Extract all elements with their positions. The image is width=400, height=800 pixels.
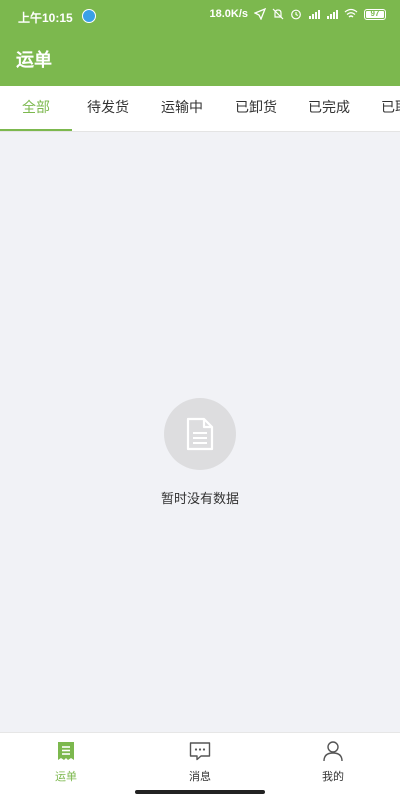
tab-label: 已卸货 <box>235 100 277 116</box>
tab-label: 已取消 <box>381 100 400 116</box>
tab-pending-shipment[interactable]: 待发货 <box>72 86 144 131</box>
profile-icon <box>323 741 343 762</box>
tab-label: 已完成 <box>308 100 350 116</box>
status-time: 上午10:15 <box>18 11 73 25</box>
nav-label: 运单 <box>55 770 77 783</box>
status-bar: 上午10:15 18.0K/s 97 <box>0 0 400 32</box>
tab-label: 全部 <box>22 100 50 116</box>
hd-signal-icon <box>309 10 320 19</box>
tab-bar: 全部 待发货 运输中 已卸货 已完成 已取消 <box>0 86 400 132</box>
document-icon <box>186 417 214 451</box>
check-badge-icon <box>82 9 96 23</box>
tab-in-transit[interactable]: 运输中 <box>146 86 218 131</box>
nav-label: 我的 <box>322 770 344 783</box>
empty-state-text: 暂时没有数据 <box>160 492 239 507</box>
nav-item-profile[interactable]: 我的 <box>293 739 373 789</box>
empty-state: 暂时没有数据 <box>0 398 400 507</box>
nav-label: 消息 <box>189 770 211 783</box>
nav-item-messages[interactable]: 消息 <box>160 739 240 789</box>
app-screen: 上午10:15 18.0K/s 97 运单 全部 待发货 运输中 已卸货 已完成… <box>0 0 400 800</box>
signal-icon <box>327 10 338 19</box>
wifi-icon <box>344 8 358 18</box>
location-arrow-icon <box>254 8 266 20</box>
alarm-icon <box>291 9 301 20</box>
header: 上午10:15 18.0K/s 97 运单 <box>0 0 400 86</box>
message-icon <box>189 742 211 761</box>
tab-indicator <box>0 129 72 131</box>
tab-all[interactable]: 全部 <box>0 86 72 131</box>
tab-cancelled[interactable]: 已取消 <box>366 86 400 131</box>
tab-unloaded[interactable]: 已卸货 <box>220 86 292 131</box>
empty-state-circle <box>164 398 236 470</box>
nav-item-waybill[interactable]: 运单 <box>26 739 106 789</box>
battery-level: 97 <box>370 8 380 18</box>
status-indicators: 18.0K/s 97 <box>209 8 386 20</box>
page-title: 运单 <box>16 50 52 71</box>
tab-label: 待发货 <box>87 100 129 116</box>
tab-label: 运输中 <box>161 100 203 116</box>
waybill-icon <box>58 742 74 760</box>
network-speed: 18.0K/s <box>209 8 248 20</box>
bell-off-icon <box>272 8 284 20</box>
battery-icon: 97 <box>364 8 386 20</box>
home-indicator[interactable] <box>135 790 265 794</box>
tab-completed[interactable]: 已完成 <box>293 86 365 131</box>
